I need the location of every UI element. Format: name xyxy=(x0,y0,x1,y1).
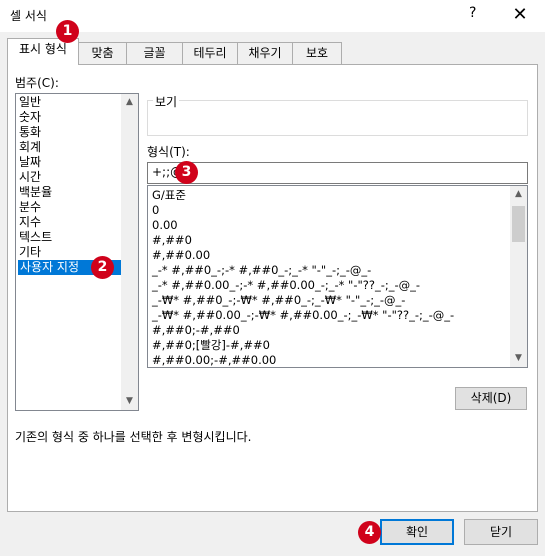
scroll-up-icon[interactable]: ▲ xyxy=(121,94,138,111)
category-list[interactable]: 일반 숫자 통화 회계 날짜 시간 백분율 분수 지수 텍스트 기타 사용자 지… xyxy=(15,93,139,411)
sample-box xyxy=(147,100,528,136)
category-item[interactable]: 분수 xyxy=(19,200,41,215)
category-label: 범주(C): xyxy=(15,76,59,90)
format-item[interactable]: #,##0 xyxy=(152,233,192,248)
format-item[interactable]: #,##0;[빨강]-#,##0 xyxy=(152,338,270,353)
category-item[interactable]: 날짜 xyxy=(19,155,41,170)
category-item[interactable]: 지수 xyxy=(19,215,41,230)
scroll-up-icon[interactable]: ▲ xyxy=(510,186,527,203)
format-item[interactable]: _-₩* #,##0.00_-;-₩* #,##0.00_-;_-₩* "-"?… xyxy=(152,308,454,323)
step-badge-1: 1 xyxy=(56,20,79,43)
scroll-thumb[interactable] xyxy=(512,206,525,242)
description-text: 기존의 형식 중 하나를 선택한 후 변형시킵니다. xyxy=(15,430,252,444)
step-badge-4: 4 xyxy=(358,521,381,544)
category-item[interactable]: 시간 xyxy=(19,170,41,185)
format-item[interactable]: _-* #,##0_-;-* #,##0_-;_-* "-"_-;_-@_- xyxy=(152,263,371,278)
step-badge-3: 3 xyxy=(175,161,198,184)
window-title: 셀 서식 xyxy=(10,9,47,23)
ok-button[interactable]: 확인 xyxy=(380,519,454,545)
tab-protection[interactable]: 보호 xyxy=(292,42,342,64)
category-item[interactable]: 기타 xyxy=(19,245,41,260)
category-item[interactable]: 숫자 xyxy=(19,110,41,125)
format-item[interactable]: #,##0.00;-#,##0.00 xyxy=(152,353,276,367)
category-item[interactable]: 통화 xyxy=(19,125,41,140)
format-item[interactable]: _-₩* #,##0_-;-₩* #,##0_-;_-₩* "-"_-;_-@_… xyxy=(152,293,405,308)
category-item[interactable]: 텍스트 xyxy=(19,230,52,245)
delete-button[interactable]: 삭제(D) xyxy=(455,387,527,410)
category-item[interactable]: 회계 xyxy=(19,140,41,155)
format-item[interactable]: #,##0.00 xyxy=(152,248,210,263)
format-item[interactable]: 0 xyxy=(152,203,159,218)
tab-fill[interactable]: 채우기 xyxy=(237,42,293,64)
format-item[interactable]: 0.00 xyxy=(152,218,178,233)
category-item[interactable]: 백분율 xyxy=(19,185,52,200)
format-scrollbar[interactable]: ▲ ▼ xyxy=(510,186,527,367)
close-icon[interactable]: ✕ xyxy=(505,3,535,27)
sample-label: 보기 xyxy=(153,93,180,110)
title-bar xyxy=(0,0,545,32)
type-input[interactable]: +;;@ xyxy=(147,162,528,184)
scroll-down-icon[interactable]: ▼ xyxy=(121,393,138,410)
format-list[interactable]: G/표준 0 0.00 #,##0 #,##0.00 _-* #,##0_-;-… xyxy=(147,185,528,368)
step-badge-2: 2 xyxy=(91,256,114,279)
format-item[interactable]: G/표준 xyxy=(152,188,186,203)
tab-border[interactable]: 테두리 xyxy=(182,42,238,64)
scroll-down-icon[interactable]: ▼ xyxy=(510,350,527,367)
format-item[interactable]: #,##0;-#,##0 xyxy=(152,323,240,338)
category-scrollbar[interactable]: ▲ ▼ xyxy=(121,94,138,410)
tab-font[interactable]: 글꼴 xyxy=(126,42,183,64)
type-label: 형식(T): xyxy=(147,145,190,159)
tab-alignment[interactable]: 맞춤 xyxy=(78,42,127,64)
help-icon[interactable]: ? xyxy=(469,5,476,21)
format-item[interactable]: _-* #,##0.00_-;-* #,##0.00_-;_-* "-"??_-… xyxy=(152,278,420,293)
category-item[interactable]: 일반 xyxy=(19,95,41,110)
close-button[interactable]: 닫기 xyxy=(464,519,538,545)
